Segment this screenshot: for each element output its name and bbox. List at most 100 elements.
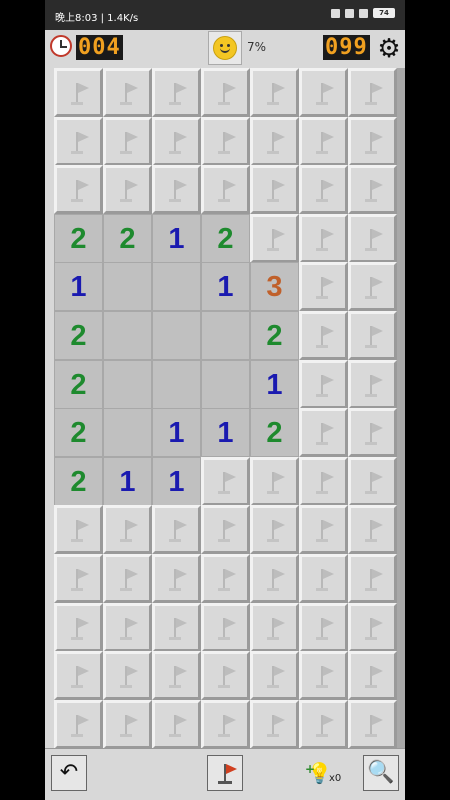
new-game-button[interactable] xyxy=(208,31,242,65)
covered-cell[interactable] xyxy=(299,456,348,506)
number-cell[interactable]: 3 xyxy=(250,262,299,312)
covered-cell[interactable] xyxy=(152,554,201,603)
covered-cell[interactable] xyxy=(201,68,250,117)
covered-cell[interactable] xyxy=(348,311,397,360)
covered-cell[interactable] xyxy=(250,505,299,555)
covered-cell[interactable] xyxy=(54,116,103,166)
covered-cell[interactable] xyxy=(348,165,397,215)
number-cell[interactable]: 1 xyxy=(103,456,152,506)
covered-cell[interactable] xyxy=(201,699,250,749)
covered-cell[interactable] xyxy=(152,68,201,117)
covered-cell[interactable] xyxy=(299,554,348,603)
covered-cell[interactable] xyxy=(54,602,103,652)
covered-cell[interactable] xyxy=(348,505,397,555)
covered-cell[interactable] xyxy=(348,651,397,701)
covered-cell[interactable] xyxy=(201,505,250,555)
number-cell[interactable]: 1 xyxy=(54,262,103,312)
number-cell[interactable]: 2 xyxy=(54,359,103,409)
covered-cell[interactable] xyxy=(299,213,348,263)
covered-cell[interactable] xyxy=(103,68,152,117)
covered-cell[interactable] xyxy=(299,165,348,215)
empty-cell[interactable] xyxy=(103,359,152,409)
covered-cell[interactable] xyxy=(152,699,201,749)
covered-cell[interactable] xyxy=(152,651,201,701)
covered-cell[interactable] xyxy=(348,262,397,312)
covered-cell[interactable] xyxy=(348,116,397,166)
covered-cell[interactable] xyxy=(201,116,250,166)
number-cell[interactable]: 2 xyxy=(250,311,299,360)
covered-cell[interactable] xyxy=(299,262,348,312)
covered-cell[interactable] xyxy=(250,165,299,215)
empty-cell[interactable] xyxy=(152,311,201,360)
covered-cell[interactable] xyxy=(348,359,397,409)
zoom-button[interactable]: 🔍 xyxy=(363,755,399,791)
covered-cell[interactable] xyxy=(250,651,299,701)
number-cell[interactable]: 1 xyxy=(201,408,250,458)
covered-cell[interactable] xyxy=(103,116,152,166)
covered-cell[interactable] xyxy=(299,602,348,652)
number-cell[interactable]: 2 xyxy=(54,456,103,506)
covered-cell[interactable] xyxy=(103,651,152,701)
number-cell[interactable]: 2 xyxy=(54,408,103,458)
covered-cell[interactable] xyxy=(152,505,201,555)
covered-cell[interactable] xyxy=(299,505,348,555)
flag-mode-button[interactable] xyxy=(207,755,243,791)
number-cell[interactable]: 2 xyxy=(103,213,152,263)
covered-cell[interactable] xyxy=(54,651,103,701)
covered-cell[interactable] xyxy=(54,554,103,603)
covered-cell[interactable] xyxy=(250,602,299,652)
empty-cell[interactable] xyxy=(152,359,201,409)
covered-cell[interactable] xyxy=(348,699,397,749)
covered-cell[interactable] xyxy=(201,456,250,506)
covered-cell[interactable] xyxy=(250,456,299,506)
gear-icon[interactable]: ⚙ xyxy=(376,36,402,62)
covered-cell[interactable] xyxy=(348,456,397,506)
number-cell[interactable]: 1 xyxy=(250,359,299,409)
covered-cell[interactable] xyxy=(299,699,348,749)
number-cell[interactable]: 2 xyxy=(54,213,103,263)
covered-cell[interactable] xyxy=(250,699,299,749)
covered-cell[interactable] xyxy=(152,602,201,652)
undo-button[interactable]: ↶ xyxy=(51,755,87,791)
covered-cell[interactable] xyxy=(54,699,103,749)
covered-cell[interactable] xyxy=(152,165,201,215)
covered-cell[interactable] xyxy=(348,68,397,117)
empty-cell[interactable] xyxy=(103,262,152,312)
empty-cell[interactable] xyxy=(201,311,250,360)
number-cell[interactable]: 1 xyxy=(152,213,201,263)
empty-cell[interactable] xyxy=(152,262,201,312)
covered-cell[interactable] xyxy=(201,554,250,603)
covered-cell[interactable] xyxy=(201,651,250,701)
covered-cell[interactable] xyxy=(299,68,348,117)
covered-cell[interactable] xyxy=(250,554,299,603)
empty-cell[interactable] xyxy=(103,311,152,360)
empty-cell[interactable] xyxy=(103,408,152,458)
empty-cell[interactable] xyxy=(201,359,250,409)
covered-cell[interactable] xyxy=(103,505,152,555)
covered-cell[interactable] xyxy=(299,116,348,166)
covered-cell[interactable] xyxy=(201,165,250,215)
covered-cell[interactable] xyxy=(299,651,348,701)
number-cell[interactable]: 2 xyxy=(54,311,103,360)
covered-cell[interactable] xyxy=(250,68,299,117)
covered-cell[interactable] xyxy=(54,505,103,555)
number-cell[interactable]: 1 xyxy=(152,408,201,458)
covered-cell[interactable] xyxy=(348,602,397,652)
covered-cell[interactable] xyxy=(201,602,250,652)
covered-cell[interactable] xyxy=(299,359,348,409)
covered-cell[interactable] xyxy=(103,699,152,749)
number-cell[interactable]: 1 xyxy=(201,262,250,312)
covered-cell[interactable] xyxy=(152,116,201,166)
covered-cell[interactable] xyxy=(54,68,103,117)
covered-cell[interactable] xyxy=(103,165,152,215)
covered-cell[interactable] xyxy=(250,213,299,263)
covered-cell[interactable] xyxy=(299,311,348,360)
number-cell[interactable]: 2 xyxy=(250,408,299,458)
covered-cell[interactable] xyxy=(103,602,152,652)
covered-cell[interactable] xyxy=(348,213,397,263)
covered-cell[interactable] xyxy=(348,554,397,603)
number-cell[interactable]: 1 xyxy=(152,456,201,506)
covered-cell[interactable] xyxy=(299,408,348,458)
covered-cell[interactable] xyxy=(103,554,152,603)
covered-cell[interactable] xyxy=(250,116,299,166)
